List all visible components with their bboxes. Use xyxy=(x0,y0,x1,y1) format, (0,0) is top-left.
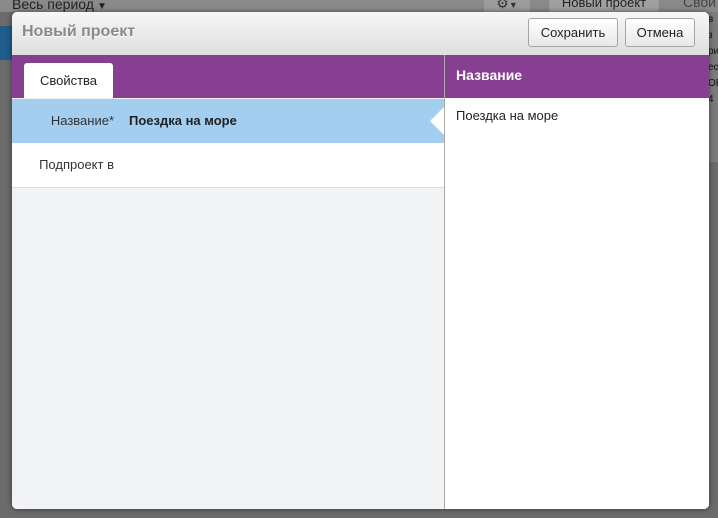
background-text: ри xyxy=(708,46,718,57)
detail-header: Название xyxy=(445,55,709,98)
background-text: ес xyxy=(708,62,718,73)
chevron-down-icon: ▼ xyxy=(96,1,107,12)
period-filter[interactable]: Весь период ▼ xyxy=(12,0,107,12)
tab-properties[interactable]: Свойства xyxy=(24,63,113,98)
property-label: Подпроект в xyxy=(39,157,114,172)
save-button[interactable]: Сохранить xyxy=(528,18,618,47)
settings-menu-button[interactable]: ⚙▼ xyxy=(484,0,530,12)
property-label: Название* xyxy=(50,113,114,128)
chevron-down-icon: ▼ xyxy=(508,0,518,10)
properties-panel: Свойства Название* Поездка на море Подпр… xyxy=(12,55,445,509)
property-row-subproject[interactable]: Подпроект в xyxy=(12,143,444,188)
background-text: ОЕ xyxy=(708,78,718,89)
detail-value-input[interactable]: Поездка на море xyxy=(456,108,558,123)
property-value: Поездка на море xyxy=(129,113,237,128)
period-filter-label: Весь период xyxy=(12,0,94,12)
cancel-button[interactable]: Отмена xyxy=(625,18,695,47)
background-new-project-button[interactable]: Новый проект xyxy=(549,0,659,12)
background-app-toolbar: Весь период ▼ ⚙▼ Новый проект Свой xyxy=(0,0,718,12)
dialog-title: Новый проект xyxy=(22,23,136,40)
tab-bar: Свойства xyxy=(12,55,444,98)
background-panel-label: Свой xyxy=(683,0,716,10)
dialog-header: Новый проект Сохранить Отмена xyxy=(12,12,709,56)
new-project-dialog: Новый проект Сохранить Отмена Свойства Н… xyxy=(12,12,709,509)
background-text: 4 xyxy=(708,94,714,105)
property-row-name[interactable]: Название* Поездка на море xyxy=(12,99,444,143)
gear-icon: ⚙ xyxy=(496,0,509,11)
background-text: з xyxy=(708,30,713,41)
background-text: в xyxy=(708,14,714,25)
detail-panel: Название Поездка на море xyxy=(445,55,709,509)
background-sidebar-accent xyxy=(0,26,12,60)
selection-pointer xyxy=(430,107,444,135)
background-right-column: в з ри ес ОЕ 4 xyxy=(708,12,718,162)
